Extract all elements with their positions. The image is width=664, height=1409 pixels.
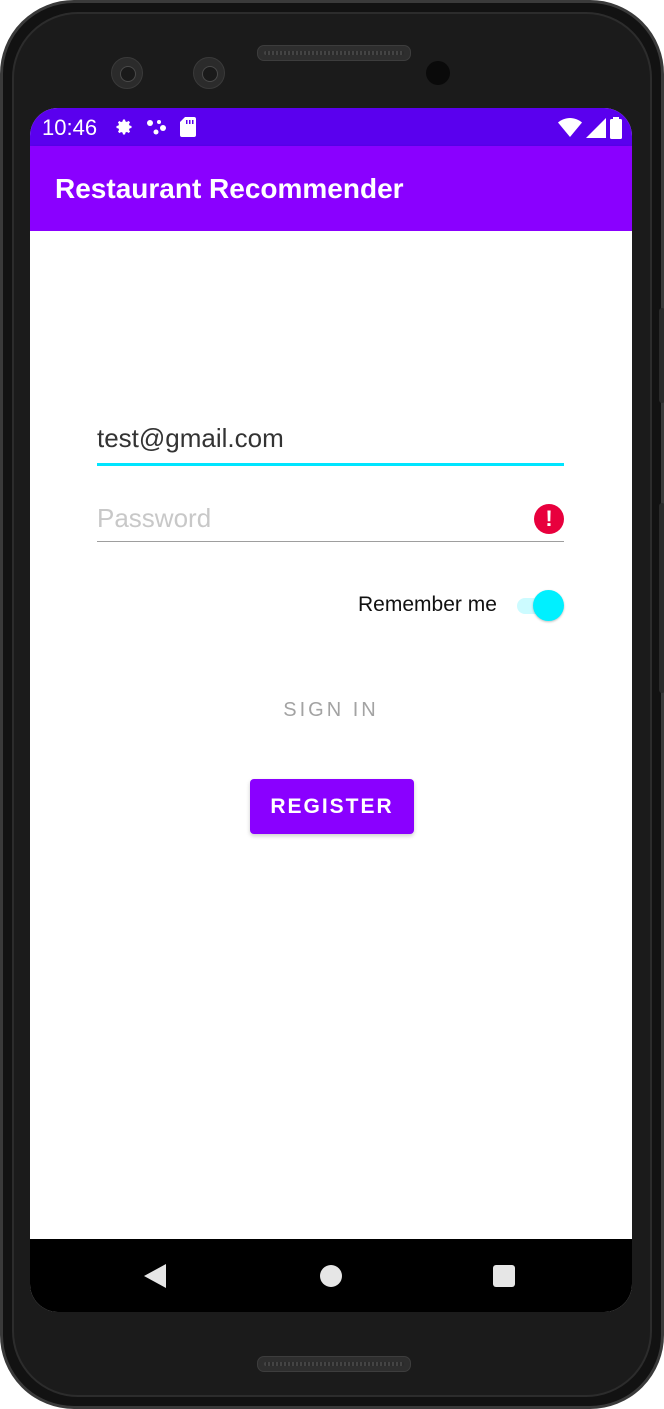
navigation-bar [30, 1239, 632, 1312]
sign-in-button[interactable]: SIGN IN [251, 691, 411, 729]
app-title: Restaurant Recommender [55, 173, 404, 204]
status-time: 10:46 [42, 115, 98, 140]
email-field-container [97, 411, 564, 466]
login-form: ! Remember me SIGN IN REGISTER [30, 231, 632, 1239]
recents-icon[interactable] [493, 1265, 515, 1287]
battery-icon [610, 117, 622, 139]
remember-me-switch[interactable] [515, 590, 564, 621]
settings-icon [116, 119, 132, 135]
email-field[interactable] [97, 423, 517, 454]
remember-me-row[interactable]: Remember me [330, 585, 566, 625]
bottom-speaker [257, 1356, 411, 1372]
back-icon[interactable] [144, 1264, 166, 1288]
volume-button [659, 503, 664, 693]
remember-me-label: Remember me [358, 593, 497, 616]
status-bar: 10:46 [30, 108, 632, 146]
sd-card-icon [180, 117, 196, 137]
switch-thumb[interactable] [533, 590, 564, 621]
app-bar: Restaurant Recommender [30, 146, 632, 231]
connection-dots-icon [147, 120, 166, 135]
screen: 10:46 Restaurant Recommender ! Remember … [30, 108, 632, 1312]
home-icon[interactable] [320, 1265, 342, 1287]
status-icons-left [114, 117, 196, 137]
error-icon: ! [534, 504, 564, 534]
power-button [659, 308, 664, 403]
wifi-icon [558, 118, 582, 137]
register-button[interactable]: REGISTER [250, 779, 414, 834]
password-field[interactable] [97, 503, 517, 534]
proximity-sensor [426, 61, 450, 85]
earpiece-speaker [257, 45, 411, 61]
status-icons-right [558, 117, 622, 139]
password-field-container: ! [97, 491, 564, 542]
signal-icon [586, 118, 606, 138]
front-camera [111, 57, 143, 89]
front-camera-secondary [193, 57, 225, 89]
